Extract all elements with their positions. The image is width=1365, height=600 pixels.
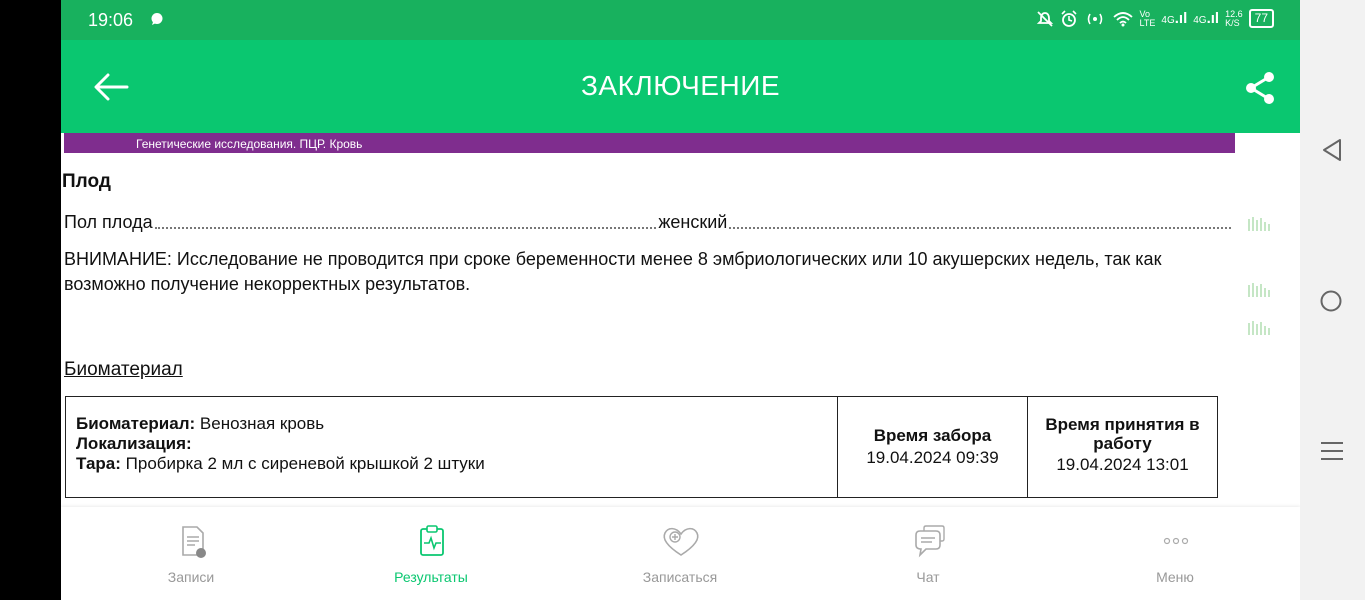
collection-time-header: Время забора	[873, 426, 992, 445]
nav-label: Результаты	[394, 569, 468, 585]
document-icon	[182, 526, 206, 558]
status-icons: Vo LTE 4G.ıl 4G.ıl 12.6 K/S 77	[1036, 9, 1274, 28]
page-title: ЗАКЛЮЧЕНИЕ	[581, 70, 780, 101]
nav-label: Чат	[916, 569, 940, 585]
nav-results[interactable]: Результаты	[331, 507, 531, 600]
more-dots-icon	[1163, 537, 1189, 545]
status-time: 19:06	[88, 10, 134, 30]
biomaterial-link[interactable]: Биоматериал	[64, 359, 183, 381]
result-value: женский	[658, 212, 728, 232]
signal-1: 4G.ıl	[1161, 10, 1188, 27]
alarm-icon	[1060, 9, 1077, 27]
collection-time-value: 19.04.2024 09:39	[866, 448, 999, 467]
app-screen: 19:06 Vo LTE 4G.ıl 4G.ıl 12.6 K/S 77 ЗАК…	[61, 0, 1300, 600]
localization-line: Локализация:	[76, 434, 192, 453]
clipboard-pulse-icon	[420, 525, 444, 556]
collection-time-cell: Время забора 19.04.2024 09:39	[838, 397, 1028, 497]
volte-label: Vo LTE	[1139, 8, 1156, 28]
nav-menu[interactable]: Меню	[1075, 507, 1275, 600]
battery-indicator: 77	[1248, 9, 1274, 28]
category-banner: Генетические исследования. ПЦР. Кровь	[64, 133, 1235, 153]
bottom-navigation: Записи Результаты Записаться Чат Меню	[61, 507, 1300, 600]
dynamics-chart-icon[interactable]	[1247, 217, 1273, 231]
system-recents-icon[interactable]	[1320, 440, 1344, 462]
hotspot-icon	[1087, 13, 1102, 24]
result-row: Пол плода женский	[64, 212, 1233, 233]
system-home-icon[interactable]	[1319, 289, 1343, 313]
share-icon[interactable]	[1242, 70, 1278, 106]
result-label: Пол плода	[64, 212, 153, 232]
nav-label: Записаться	[642, 569, 718, 585]
heart-plus-icon	[663, 527, 699, 556]
biomaterial-table: Биоматериал: Венозная кровь Локализация:…	[65, 396, 1218, 498]
nav-label: Записи	[167, 569, 215, 585]
status-bar: 19:06 Vo LTE 4G.ıl 4G.ıl 12.6 K/S 77	[61, 0, 1300, 40]
mute-icon	[1036, 10, 1053, 27]
nav-records[interactable]: Записи	[91, 507, 291, 600]
accept-time-value: 19.04.2024 13:01	[1056, 455, 1189, 474]
dotted-leader	[729, 227, 1231, 229]
nav-chat[interactable]: Чат	[828, 507, 1028, 600]
message-notification-icon	[151, 13, 163, 25]
network-speed: 12.6 K/S	[1225, 8, 1243, 28]
chat-icon	[915, 525, 945, 558]
wifi-icon	[1112, 11, 1133, 26]
biomaterial-line: Биоматериал: Венозная кровь	[76, 414, 325, 433]
dynamics-chart-icon[interactable]	[1247, 321, 1273, 335]
system-back-icon[interactable]	[1321, 138, 1343, 162]
warning-text: ВНИМАНИЕ: Исследование не проводится при…	[64, 249, 1162, 294]
app-bar: ЗАКЛЮЧЕНИЕ	[61, 40, 1300, 133]
nav-label: Меню	[1156, 569, 1194, 585]
nav-book[interactable]: Записаться	[580, 507, 780, 600]
system-navigation-bar	[1300, 0, 1365, 600]
dotted-leader	[154, 227, 657, 229]
signal-2: 4G.ıl	[1193, 10, 1220, 27]
accept-time-header: Время принятия в работу	[1045, 415, 1200, 453]
accept-time-cell: Время принятия в работу 19.04.2024 13:01	[1028, 397, 1217, 497]
biomaterial-info-cell: Биоматериал: Венозная кровь Локализация:…	[66, 397, 838, 497]
dynamics-chart-icon[interactable]	[1247, 283, 1273, 297]
container-line: Тара: Пробирка 2 мл с сиреневой крышкой …	[76, 454, 485, 473]
section-title: Плод	[62, 171, 111, 192]
report-content: Генетические исследования. ПЦР. Кровь Пл…	[61, 133, 1300, 507]
